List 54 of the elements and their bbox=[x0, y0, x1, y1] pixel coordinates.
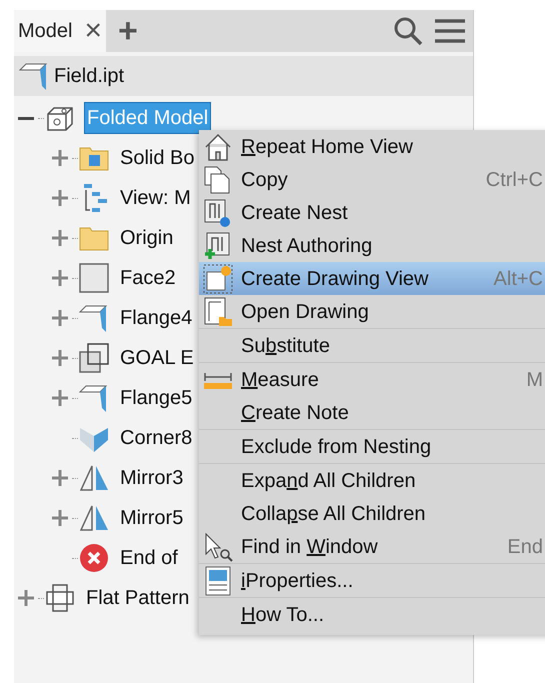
tree-item[interactable]: Corner8 bbox=[118, 423, 194, 453]
menu-item[interactable]: Nest Authoring bbox=[199, 229, 545, 262]
menu-item[interactable]: Copy Ctrl+C bbox=[199, 163, 545, 196]
expand-icon[interactable] bbox=[52, 230, 68, 246]
expand-icon[interactable] bbox=[52, 150, 68, 166]
menu-item[interactable]: Measure M bbox=[199, 363, 545, 396]
search-icon[interactable] bbox=[393, 16, 423, 46]
tree-item[interactable]: Flat Pattern bbox=[84, 583, 192, 613]
menu-item[interactable]: Expand All Children bbox=[199, 464, 545, 497]
tree-item[interactable]: GOAL E bbox=[118, 343, 196, 373]
menu-item[interactable]: Substitute bbox=[199, 329, 545, 362]
expand-icon[interactable] bbox=[52, 510, 68, 526]
face-icon bbox=[78, 262, 110, 294]
expand-icon[interactable] bbox=[18, 590, 34, 606]
menu-item[interactable]: Create Drawing View Alt+C bbox=[199, 262, 545, 295]
tree-item[interactable]: End of bbox=[118, 543, 180, 573]
menu-item[interactable]: Create Note bbox=[199, 396, 545, 429]
tree-item[interactable]: Solid Bo bbox=[118, 143, 196, 173]
tree-item[interactable]: Mirror3 bbox=[118, 463, 186, 493]
menu-item[interactable]: How To... bbox=[199, 598, 545, 631]
menu-item[interactable]: Create Nest bbox=[199, 196, 545, 229]
collapse-icon[interactable] bbox=[18, 116, 34, 120]
expand-icon[interactable] bbox=[52, 310, 68, 326]
drawing-view-icon bbox=[203, 264, 233, 294]
tree-item[interactable]: Mirror5 bbox=[118, 503, 186, 533]
nest-icon bbox=[203, 198, 233, 228]
menu-item[interactable]: Find in Window End bbox=[199, 530, 545, 563]
menu-item[interactable]: Open Drawing bbox=[199, 295, 545, 328]
menu-icon[interactable] bbox=[435, 18, 465, 44]
home-icon bbox=[203, 132, 233, 162]
menu-item[interactable]: iProperties... bbox=[199, 564, 545, 597]
expand-icon[interactable] bbox=[52, 470, 68, 486]
root-row[interactable]: Field.ipt bbox=[14, 56, 473, 96]
tree-item[interactable]: Flange5 bbox=[118, 383, 194, 413]
expand-icon[interactable] bbox=[52, 270, 68, 286]
menu-item[interactable]: Collapse All Children bbox=[199, 497, 545, 530]
expand-icon[interactable] bbox=[52, 390, 68, 406]
error-icon bbox=[78, 542, 110, 574]
drawing-icon bbox=[203, 296, 233, 326]
root-label: Field.ipt bbox=[54, 64, 124, 89]
tree-item[interactable]: Face2 bbox=[118, 263, 178, 293]
properties-icon bbox=[203, 566, 233, 596]
add-tab-button[interactable]: + bbox=[118, 14, 138, 48]
tree-item[interactable]: Origin bbox=[118, 223, 176, 253]
cursor-magnifier-icon bbox=[203, 532, 233, 562]
flat-pattern-icon bbox=[44, 582, 76, 614]
tree-item[interactable]: View: M bbox=[118, 183, 193, 213]
expand-icon[interactable] bbox=[52, 350, 68, 366]
tree-item[interactable]: Flange4 bbox=[118, 303, 194, 333]
expand-icon[interactable] bbox=[52, 190, 68, 206]
squares-icon bbox=[78, 342, 110, 374]
tab-label: Model bbox=[18, 19, 72, 44]
menu-item[interactable]: Exclude from Nesting bbox=[199, 430, 545, 463]
close-button[interactable]: × bbox=[84, 16, 102, 46]
